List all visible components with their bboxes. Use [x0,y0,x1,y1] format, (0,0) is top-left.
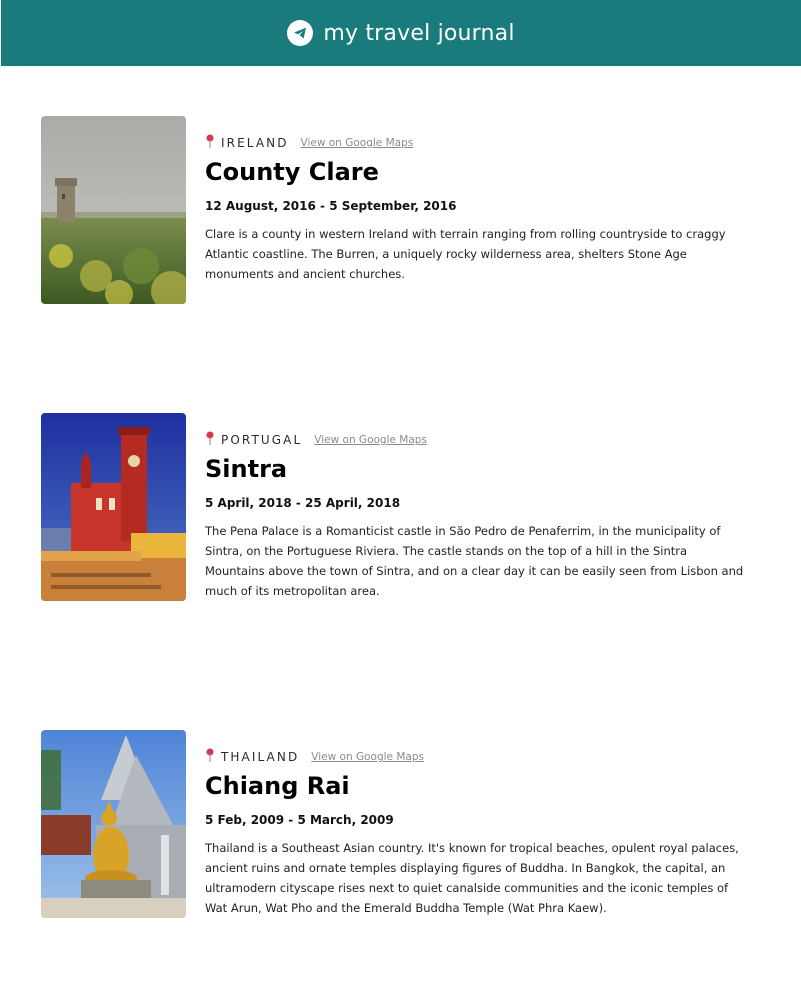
location-pin-icon [206,748,214,762]
paper-plane-icon [287,20,314,46]
google-maps-link[interactable]: View on Google Maps [311,751,424,763]
location-pin-icon [206,134,214,148]
app-title: my travel journal [323,20,515,46]
journal-entry: IRELAND View on Google Maps County Clare… [41,116,761,304]
app-header: my travel journal [1,0,801,66]
journal-entry: PORTUGAL View on Google Maps Sintra 5 Ap… [41,413,761,601]
entry-description: The Pena Palace is a Romanticist castle … [205,524,744,598]
entry-country: PORTUGAL [221,433,303,447]
entry-description: Thailand is a Southeast Asian country. I… [205,841,739,915]
entry-dates: 5 April, 2018 - 25 April, 2018 [205,496,401,510]
entry-photo-sintra [41,413,186,601]
entry-photo-chiang-rai [41,730,186,918]
journal-entry: THAILAND View on Google Maps Chiang Rai … [41,730,761,918]
location-pin-icon [206,431,214,445]
google-maps-link[interactable]: View on Google Maps [314,434,427,446]
entry-dates: 12 August, 2016 - 5 September, 2016 [205,199,457,213]
entry-title: Chiang Rai [205,772,350,800]
google-maps-link[interactable]: View on Google Maps [301,137,414,149]
entry-photo-county-clare [41,116,186,304]
entry-title: Sintra [205,455,288,483]
entry-title: County Clare [205,158,379,186]
entry-dates: 5 Feb, 2009 - 5 March, 2009 [205,813,394,827]
entry-country: IRELAND [221,136,289,150]
entry-country: THAILAND [221,750,300,764]
entry-description: Clare is a county in western Ireland wit… [205,227,726,281]
